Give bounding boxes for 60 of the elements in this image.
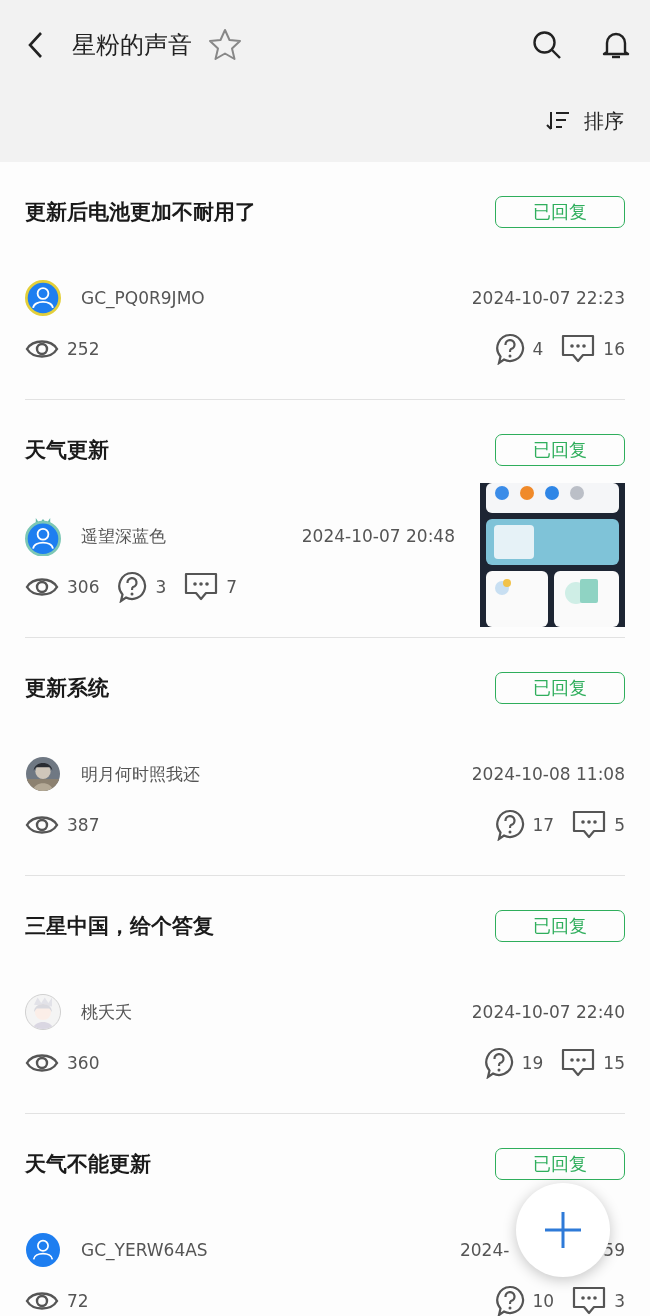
bell-icon[interactable] <box>602 30 630 60</box>
comment-icon <box>184 572 219 602</box>
question-icon <box>117 571 148 603</box>
count-label: 5 <box>614 815 625 835</box>
post-time: 2024-10-07 22:23 <box>471 288 625 308</box>
avatar-icon <box>25 280 61 316</box>
username[interactable]: GC_YERW64AS <box>81 1240 460 1260</box>
status-badge: 已回复 <box>495 1148 625 1180</box>
count-label: 19 <box>521 1053 544 1073</box>
eye-icon <box>25 1289 59 1313</box>
username[interactable]: GC_PQ0R9JMO <box>81 288 472 308</box>
question-icon <box>494 1285 525 1316</box>
star-icon[interactable] <box>208 28 242 62</box>
eye-icon <box>25 575 59 599</box>
post-time: 2024- <box>459 1240 510 1260</box>
plus-icon <box>543 1210 583 1250</box>
count-label: 360 <box>67 1053 100 1073</box>
question-icon <box>494 333 525 365</box>
post-title[interactable]: 更新后电池更加不耐用了 <box>25 198 256 226</box>
comment-icon <box>572 810 607 840</box>
comment-icon <box>561 1048 596 1078</box>
count-label: 3 <box>155 577 167 597</box>
count-label: 306 <box>67 577 100 597</box>
status-badge: 已回复 <box>495 672 625 704</box>
sort-icon[interactable] <box>546 110 570 132</box>
count-label: 7 <box>226 577 238 597</box>
count-label: 17 <box>532 815 555 835</box>
comment-icon <box>572 1286 607 1316</box>
username[interactable]: 遥望深蓝色 <box>81 524 302 548</box>
count-label: 4 <box>532 339 544 359</box>
count-label: 387 <box>67 815 100 835</box>
post-title[interactable]: 三星中国，给个答复 <box>25 912 214 940</box>
post-time: 2024-10-07 22:40 <box>471 1002 625 1022</box>
count-label: 252 <box>67 339 100 359</box>
sort-button[interactable]: 排序 <box>584 107 624 135</box>
eye-icon <box>25 1051 59 1075</box>
count-label: 72 <box>67 1291 89 1311</box>
post-title[interactable]: 天气不能更新 <box>25 1150 151 1178</box>
avatar-icon <box>25 516 61 556</box>
status-badge: 已回复 <box>495 196 625 228</box>
username[interactable]: 明月何时照我还 <box>81 762 472 786</box>
eye-icon <box>25 337 59 361</box>
count-label: 3 <box>614 1291 625 1311</box>
status-badge: 已回复 <box>495 434 625 466</box>
post-time: 2024-10-08 11:08 <box>471 764 625 784</box>
question-icon <box>494 809 525 841</box>
comment-icon <box>561 334 596 364</box>
question-icon <box>483 1047 514 1079</box>
eye-icon <box>25 813 59 837</box>
username[interactable]: 桃夭夭 <box>81 1000 472 1024</box>
post-time: 2024-10-07 20:48 <box>301 526 455 546</box>
count-label: 10 <box>532 1291 555 1311</box>
count-label: 15 <box>603 1053 625 1073</box>
search-icon[interactable] <box>532 30 562 60</box>
post-title[interactable]: 更新系统 <box>25 674 109 702</box>
status-badge: 已回复 <box>495 910 625 942</box>
post-title[interactable]: 天气更新 <box>25 436 109 464</box>
avatar-icon <box>26 1233 60 1267</box>
count-label: 16 <box>603 339 625 359</box>
page-title: 星粉的声音 <box>72 30 192 61</box>
